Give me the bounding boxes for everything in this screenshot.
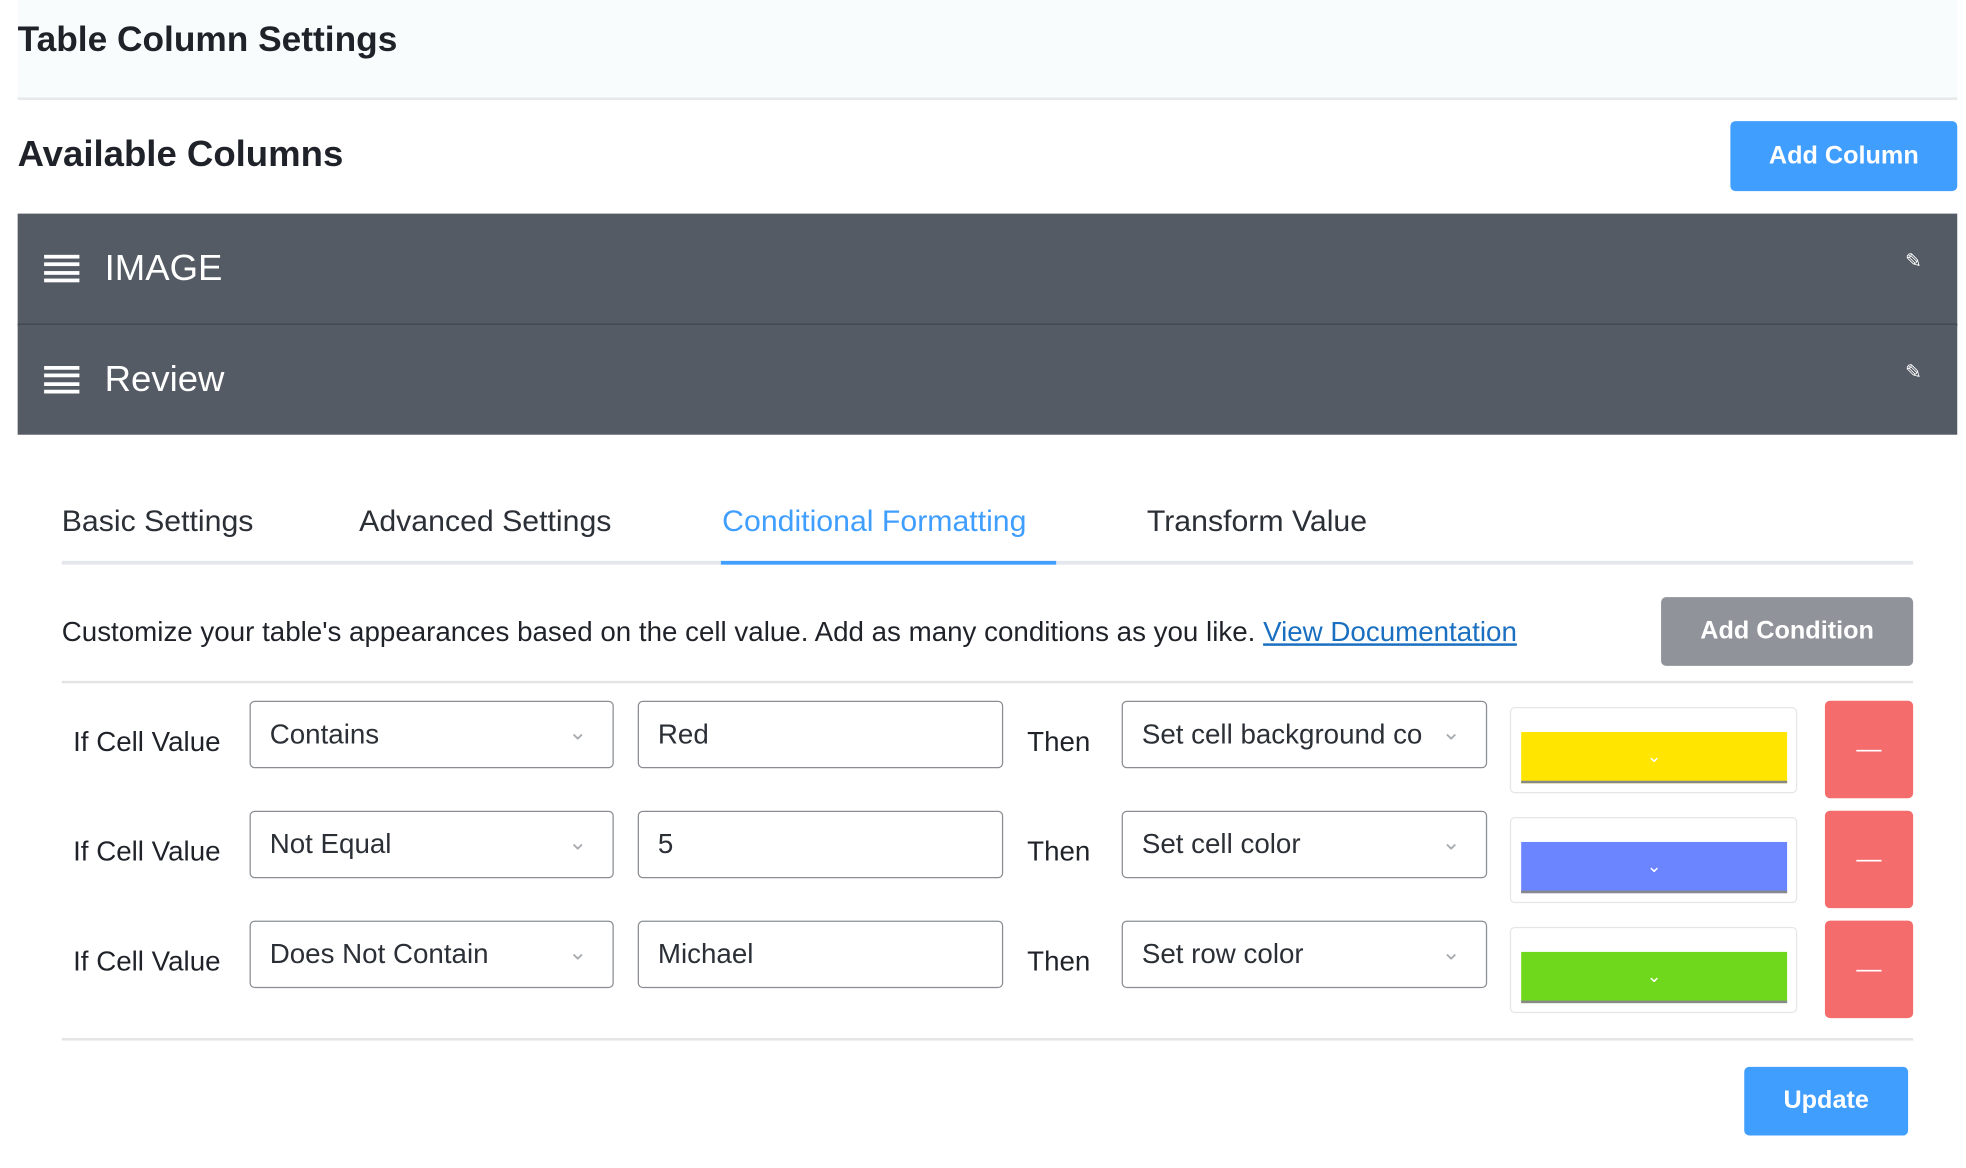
operator-select[interactable]: Not Equal ⌄ [249,810,614,879]
chevron-down-icon: ⌄ [568,829,588,855]
condition-value-input[interactable]: Michael [637,920,1004,989]
description: Customize your table's appearances based… [62,616,1517,648]
column-item-image[interactable]: IMAGE ✎ [17,213,1958,327]
column-name: IMAGE [104,247,223,288]
color-picker[interactable]: ⌄ [1509,816,1798,904]
available-columns-title: Available Columns [17,134,344,175]
operator-select[interactable]: Does Not Contain ⌄ [249,920,614,989]
color-swatch[interactable]: ⌄ [1521,841,1788,894]
color-picker[interactable]: ⌄ [1509,926,1798,1014]
view-documentation-link[interactable]: View Documentation [1263,616,1517,647]
color-swatch[interactable]: ⌄ [1521,732,1788,784]
condition-value-input[interactable]: 5 [637,810,1004,879]
if-cell-value-label: If Cell Value [73,835,221,867]
tab-advanced-settings[interactable]: Advanced Settings [359,505,611,540]
chevron-down-icon: ⌄ [1441,939,1461,965]
divider [61,1038,1914,1041]
minus-icon: — [1856,845,1882,873]
operator-value: Not Equal [269,828,392,860]
remove-condition-button[interactable]: — [1824,810,1914,909]
chevron-down-icon: ⌄ [1646,745,1662,766]
remove-condition-button[interactable]: — [1824,920,1914,1019]
condition-value-input[interactable]: Red [637,700,1004,769]
then-label: Then [1027,835,1091,867]
action-value: Set cell color [1141,828,1301,860]
chevron-down-icon: ⌄ [1646,855,1662,876]
drag-handle-icon[interactable] [44,254,80,283]
tab-conditional-formatting[interactable]: Conditional Formatting [722,505,1026,540]
action-select[interactable]: Set cell color ⌄ [1121,810,1488,879]
chevron-down-icon: ⌄ [1441,829,1461,855]
pencil-icon[interactable]: ✎ [1905,249,1922,274]
minus-icon: — [1856,735,1882,763]
action-value: Set cell background color [1141,718,1422,750]
then-label: Then [1027,725,1091,758]
if-cell-value-label: If Cell Value [73,725,221,758]
update-button[interactable]: Update [1744,1066,1909,1136]
action-value: Set row color [1141,938,1304,970]
operator-select[interactable]: Contains ⌄ [249,700,614,769]
action-select[interactable]: Set cell background color ⌄ [1121,700,1488,769]
remove-condition-button[interactable]: — [1824,700,1914,799]
chevron-down-icon: ⌄ [568,719,588,745]
column-name: Review [104,359,225,400]
if-cell-value-label: If Cell Value [73,945,221,977]
column-item-review[interactable]: Review ✎ [17,324,1958,435]
operator-value: Does Not Contain [269,938,489,970]
chevron-down-icon: ⌄ [1441,719,1461,745]
operator-value: Contains [269,718,380,750]
page-title: Table Column Settings [17,19,398,59]
chevron-down-icon: ⌄ [568,939,588,965]
description-text: Customize your table's appearances based… [61,615,1256,648]
divider [61,680,1914,684]
then-label: Then [1027,945,1091,977]
pencil-icon[interactable]: ✎ [1905,360,1922,385]
minus-icon: — [1856,955,1882,983]
active-tab-indicator [720,560,1057,565]
color-picker[interactable]: ⌄ [1509,707,1798,794]
chevron-down-icon: ⌄ [1646,965,1662,986]
tab-transform-value[interactable]: Transform Value [1147,505,1367,540]
action-select[interactable]: Set row color ⌄ [1121,920,1488,989]
tab-basic-settings[interactable]: Basic Settings [62,505,254,540]
add-condition-button[interactable]: Add Condition [1661,597,1914,666]
add-column-button[interactable]: Add Column [1730,121,1958,192]
drag-handle-icon[interactable] [44,366,80,394]
color-swatch[interactable]: ⌄ [1521,951,1788,1004]
